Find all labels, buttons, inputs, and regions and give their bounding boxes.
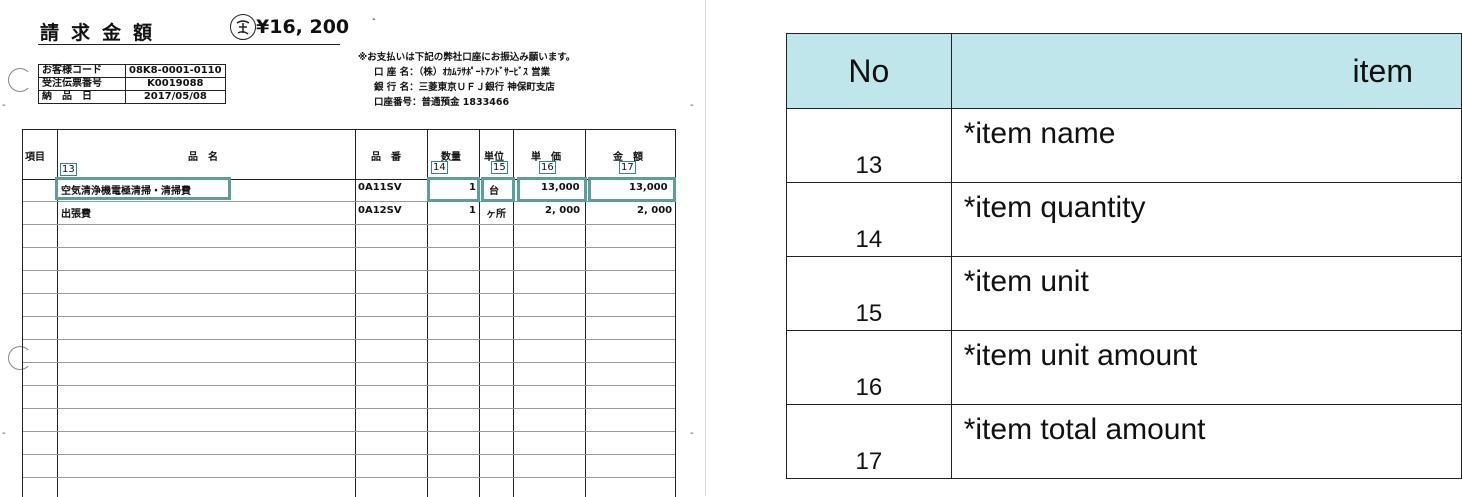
invoice-scan: 請求金額 ¥16, 200 - - - - - お客様コード 08K8-0001… (0, 0, 705, 497)
row2-unit: ヶ所 (486, 209, 506, 220)
row-no: 16 (786, 330, 952, 405)
customer-code-value: 08K8-0001-0110 (125, 64, 226, 78)
col-header-item: 項目 (25, 152, 45, 163)
highlight-item-name (55, 177, 231, 200)
bank-name: 銀 行 名：三菱東京ＵＦＪ銀行 神保町支店 (374, 82, 555, 93)
row2-qty: 1 (469, 205, 476, 216)
col-header-name: 品 名 (188, 152, 218, 163)
marker-14: 14 (431, 161, 448, 174)
marker-16: 16 (539, 161, 556, 174)
row-item: *item unit amount (950, 330, 1462, 405)
highlight-item-unit-amount (517, 177, 587, 202)
bank-account-name: 口 座 名：（株）ｵｶﾑﾗｻﾎﾟｰﾄｱﾝﾄﾞｻｰﾋﾞｽ 営業 (374, 67, 551, 78)
edge-tick: - (690, 100, 694, 111)
header-no: No (786, 33, 952, 109)
table-row: 14 *item quantity (786, 182, 1462, 257)
row-item: *item total amount (950, 404, 1462, 479)
edge-tick: - (2, 428, 6, 439)
row-item: *item unit (950, 256, 1462, 331)
col-header-code: 品 番 (371, 152, 401, 163)
items-grid: 項目 品 名 品 番 数量 単位 単 価 金 額 13 14 15 16 17 … (22, 129, 676, 497)
row2-price: 2, 000 (545, 205, 581, 216)
table-row: 16 *item unit amount (786, 330, 1462, 405)
delivery-date-value: 2017/05/08 (125, 90, 226, 104)
customer-code-label: お客様コード (38, 64, 126, 78)
highlight-item-quantity (427, 177, 480, 202)
table-row: 15 *item unit (786, 256, 1462, 331)
row2-total: 2, 000 (637, 205, 673, 216)
marker-13: 13 (60, 163, 77, 176)
panel-divider (705, 0, 706, 496)
row-item: *item name (950, 108, 1462, 183)
row2-code: 0A12SV (358, 205, 402, 216)
marker-17: 17 (619, 161, 636, 174)
order-number-label: 受注伝票番号 (38, 77, 126, 91)
scan-mark: - (372, 14, 376, 25)
marker-15: 15 (491, 161, 508, 174)
delivery-date-label: 納 品 日 (38, 90, 126, 104)
invoice-amount: ¥16, 200 (256, 16, 350, 38)
title-underline (38, 44, 340, 45)
row-no: 14 (786, 182, 952, 257)
order-number-value: K0019088 (125, 77, 226, 91)
table-row: 17 *item total amount (786, 404, 1462, 479)
bank-info: ※お支払いは下記の弊社口座にお振込み願います。 口 座 名：（株）ｵｶﾑﾗｻﾎﾟ… (358, 50, 575, 110)
row1-code: 0A11SV (358, 182, 402, 193)
row2-name: 出張費 (61, 209, 91, 220)
header-item: item (950, 33, 1462, 109)
edge-tick: - (2, 100, 6, 111)
edge-tick: - (690, 428, 694, 439)
row-no: 15 (786, 256, 952, 331)
customer-info-box: お客様コード 08K8-0001-0110 受注伝票番号 K0019088 納 … (38, 64, 226, 104)
highlight-item-total-amount (588, 177, 676, 202)
highlight-item-unit (481, 177, 515, 202)
invoice-title: 請求金額 (40, 22, 165, 44)
payment-notice: ※お支払いは下記の弊社口座にお振込み願います。 (358, 52, 576, 63)
row-no: 17 (786, 404, 952, 479)
seal-stamp (230, 14, 256, 40)
field-definition-table: No item 13 *item name 14 *item quantity … (786, 33, 1462, 479)
bank-account-number: 口座番号：普通預金 1833466 (374, 97, 510, 108)
row-no: 13 (786, 108, 952, 183)
punch-hole-top (8, 68, 32, 92)
table-row: 13 *item name (786, 108, 1462, 183)
row-item: *item quantity (950, 182, 1462, 257)
